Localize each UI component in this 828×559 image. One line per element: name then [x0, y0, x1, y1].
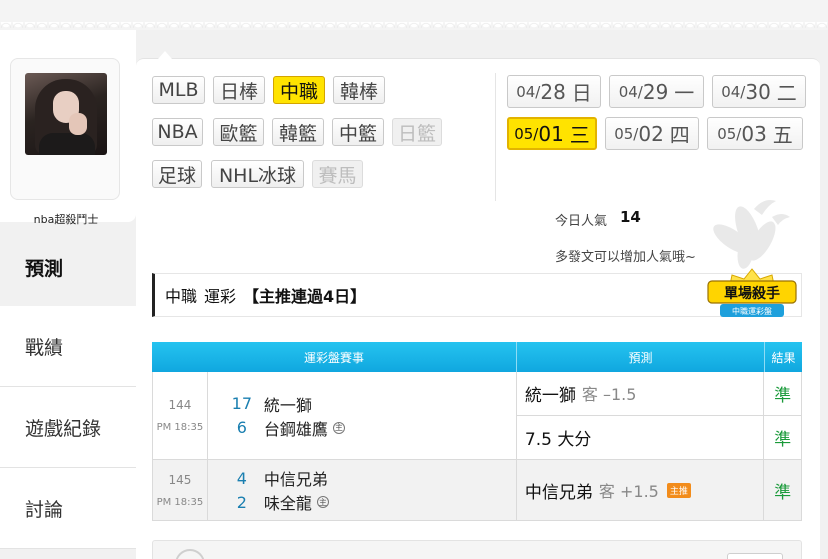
next-section-preview: [152, 540, 802, 559]
title-league: 中職: [165, 287, 198, 306]
sport-tab-japan-basketball: 日籃: [392, 118, 442, 146]
date-tab-0429[interactable]: 04/29 一: [609, 75, 704, 108]
prediction-pick: 中信兄弟: [524, 482, 593, 503]
away-team-name[interactable]: 中信兄弟: [264, 466, 328, 490]
date-tab-0430[interactable]: 04/30 二: [712, 75, 806, 108]
table-row: 144 PM 18:35 17 統一獅 6 台鋼雄鷹 主 統一獅 客 –1.5: [152, 372, 802, 460]
popularity-label: 今日人氣: [555, 214, 608, 229]
sport-tab-npb[interactable]: 日棒: [213, 76, 265, 104]
flower-decoration-icon: [713, 200, 790, 269]
sport-tab-nhl[interactable]: NHL冰球: [211, 160, 304, 188]
prediction-cells: 中信兄弟 客 +1.5 主推: [517, 460, 765, 520]
date-tab-0428[interactable]: 04/28 日: [507, 75, 601, 108]
away-score: 4: [236, 468, 247, 488]
prediction-pick: 統一獅: [524, 385, 576, 406]
game-info: 145 PM 18:35: [153, 460, 208, 520]
sport-tab-euro-basketball[interactable]: 歐籃: [213, 118, 264, 146]
menu-item-record[interactable]: 戰績: [0, 306, 136, 387]
home-team-line: 2 味全龍 主: [226, 490, 516, 514]
prediction-cells: 統一獅 客 –1.5 7.5 大分: [516, 372, 765, 460]
away-team-line: 4 中信兄弟: [226, 466, 516, 490]
sport-tab-mlb[interactable]: MLB: [152, 76, 205, 104]
away-team-line: 17 統一獅: [226, 392, 516, 416]
left-sidebar: nba超殺鬥士 預測 戰績 遊戲紀錄 討論: [0, 30, 140, 559]
prediction-line: 7.5 大分: [517, 416, 763, 460]
game-number: 144: [168, 398, 192, 412]
badge-title: 單場殺手: [724, 285, 780, 302]
away-score: 17: [231, 394, 252, 413]
main-panel: MLB 日棒 中職 韓棒 NBA 歐籃 韓籃 中籃 日籃 足球 NHL冰球 賽馬…: [136, 51, 820, 559]
sport-tab-horse-racing: 賽馬: [312, 160, 363, 188]
game-teams: 4 中信兄弟 2 味全龍 主: [208, 460, 517, 520]
sport-tab-kbo[interactable]: 韓棒: [333, 76, 385, 104]
prediction-table: 運彩盤賽事 預測 結果 144 PM 18:35 17 統一獅 6 台鋼雄鷹 主: [152, 342, 802, 521]
avatar[interactable]: [25, 73, 107, 155]
table-row: 145 PM 18:35 4 中信兄弟 2 味全龍 主 中信兄弟 客 +1.5: [152, 460, 802, 521]
badge-subtitle: 中職運彩盤: [732, 306, 772, 316]
game-time: PM 18:35: [156, 496, 204, 508]
sport-tab-nba[interactable]: NBA: [152, 118, 203, 146]
top-decor-strip: [0, 0, 828, 30]
username[interactable]: nba超殺鬥士: [11, 211, 121, 227]
home-team-name[interactable]: 味全龍: [264, 490, 312, 514]
main-pick-badge: 主推: [666, 482, 691, 498]
prediction-handicap: 客 –1.5: [581, 385, 637, 405]
avatar-frame: nba超殺鬥士: [10, 58, 120, 226]
date-tab-0502[interactable]: 05/02 四: [605, 117, 699, 150]
header-result: 結果: [771, 350, 796, 365]
next-section-button[interactable]: [727, 553, 783, 559]
game-teams: 17 統一獅 6 台鋼雄鷹 主: [208, 372, 517, 459]
home-marker-icon: 主: [332, 421, 345, 434]
popularity-value: 14: [620, 208, 641, 226]
game-info: 144 PM 18:35: [153, 372, 208, 459]
home-score: 2: [236, 492, 247, 512]
header-prediction: 預測: [517, 342, 765, 372]
home-team-name[interactable]: 台鋼雄鷹: [264, 416, 328, 440]
filter-divider: [495, 73, 496, 201]
sport-tab-cpbl[interactable]: 中職: [273, 76, 325, 104]
title-type: 運彩: [204, 287, 237, 306]
result-cells: 準: [764, 460, 801, 520]
prediction-line: 統一獅 客 –1.5: [516, 372, 764, 416]
date-tab-0501[interactable]: 05/01 三: [507, 117, 597, 150]
header-game: 運彩盤賽事: [152, 342, 517, 372]
result-hit: 準: [774, 429, 792, 450]
popularity-hint: 多發文可以增加人氣哦~: [555, 250, 696, 265]
result-hit: 準: [774, 482, 792, 503]
result-cells: 準 準: [764, 372, 801, 459]
date-tab-0503[interactable]: 05/03 五: [707, 117, 803, 150]
table-header: 運彩盤賽事 預測 結果: [152, 342, 802, 372]
prediction-handicap: 客 +1.5: [598, 482, 659, 501]
title-tag: 【主推連過4日】: [243, 287, 367, 306]
home-marker-icon: 主: [316, 496, 329, 508]
menu-item-game-log[interactable]: 遊戲紀錄: [0, 387, 136, 468]
profile-card: nba超殺鬥士: [0, 30, 136, 226]
sport-tab-soccer[interactable]: 足球: [152, 160, 202, 188]
menu-item-predict[interactable]: 預測: [0, 228, 136, 306]
single-game-killer-badge-icon: 單場殺手 中職運彩盤: [707, 268, 797, 317]
sport-tab-korea-basketball[interactable]: 韓籃: [272, 118, 324, 146]
home-team-line: 6 台鋼雄鷹 主: [226, 416, 516, 440]
home-score: 6: [236, 418, 247, 437]
game-time: PM 18:35: [156, 422, 204, 433]
game-number: 145: [168, 472, 192, 487]
panel-notch: [158, 51, 172, 59]
menu-item-discussion[interactable]: 討論: [0, 468, 136, 549]
next-section-icon: [175, 549, 205, 559]
prediction-pick: 7.5 大分: [524, 429, 592, 450]
sport-tab-china-basketball[interactable]: 中籃: [332, 118, 384, 146]
result-hit: 準: [764, 372, 801, 416]
prediction-line: 中信兄弟 客 +1.5 主推: [517, 460, 763, 520]
away-team-name[interactable]: 統一獅: [264, 392, 312, 416]
side-menu: 預測 戰績 遊戲紀錄 討論: [0, 228, 136, 549]
